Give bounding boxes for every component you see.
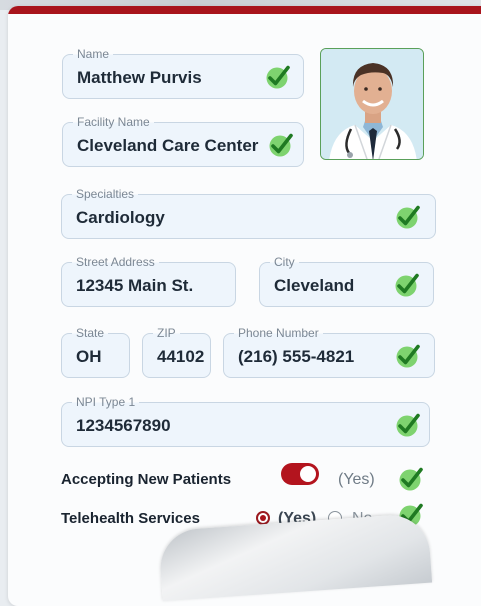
check-icon (398, 466, 424, 492)
toggle-knob (300, 466, 316, 482)
street-address-label: Street Address (72, 255, 159, 269)
zip-field[interactable]: ZIP 44102 (142, 326, 211, 378)
city-label: City (270, 255, 299, 269)
npi-value: 1234567890 (76, 416, 171, 435)
phone-number-label: Phone Number (234, 326, 323, 340)
accepting-new-patients-label: Accepting New Patients (61, 471, 232, 488)
specialties-label: Specialties (72, 187, 139, 201)
state-value: OH (76, 347, 102, 366)
check-icon (395, 343, 421, 369)
accepting-state-text: (Yes) (338, 471, 375, 488)
check-icon (265, 64, 291, 90)
specialties-value: Cardiology (76, 208, 165, 227)
facility-value: Cleveland Care Center (77, 136, 259, 155)
state-label: State (72, 326, 109, 340)
name-label: Name (73, 47, 114, 61)
card-accent-band (8, 6, 481, 14)
accepting-new-patients-toggle[interactable] (281, 463, 319, 485)
telehealth-services-label: Telehealth Services (61, 510, 200, 527)
zip-label: ZIP (153, 326, 180, 340)
doctor-avatar (320, 48, 424, 160)
facility-field[interactable]: Facility Name Cleveland Care Center (62, 115, 304, 167)
check-icon (395, 204, 421, 230)
doctor-portrait-image (321, 49, 423, 159)
specialties-field[interactable]: Specialties Cardiology (61, 187, 436, 239)
npi-label: NPI Type 1 (72, 395, 140, 409)
zip-value: 44102 (157, 347, 205, 366)
phone-number-field[interactable]: Phone Number (216) 555-4821 (223, 326, 435, 378)
check-icon (394, 272, 420, 298)
street-address-field[interactable]: Street Address 12345 Main St. (61, 255, 236, 307)
check-icon (395, 412, 421, 438)
phone-number-value: (216) 555-4821 (238, 347, 355, 366)
state-field[interactable]: State OH (61, 326, 130, 378)
street-address-value: 12345 Main St. (76, 276, 194, 295)
city-value: Cleveland (274, 276, 355, 295)
name-field[interactable]: Name Matthew Purvis (62, 47, 304, 99)
name-value: Matthew Purvis (77, 68, 202, 87)
facility-label: Facility Name (73, 115, 154, 129)
city-field[interactable]: City Cleveland (259, 255, 434, 307)
npi-field[interactable]: NPI Type 1 1234567890 (61, 395, 430, 447)
check-icon (268, 132, 294, 158)
